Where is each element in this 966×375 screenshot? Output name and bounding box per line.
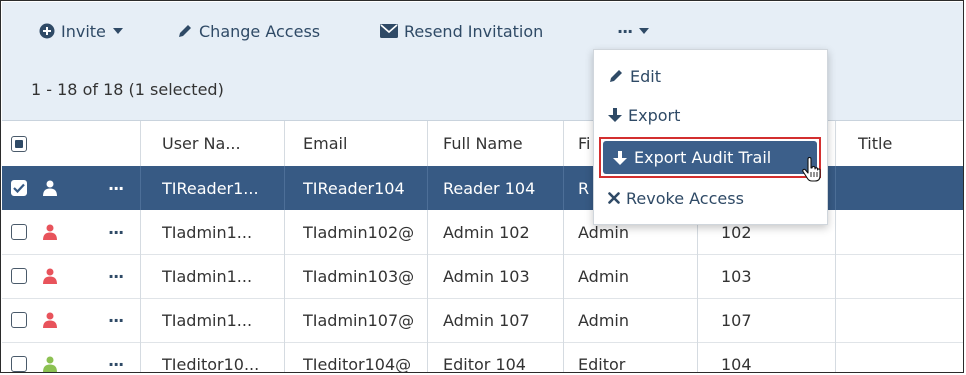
menu-item-export-audit-trail[interactable]: Export Audit Trail	[603, 141, 817, 174]
user-management-panel: Invite Change Access Resend Invitation ·…	[0, 0, 964, 373]
row-checkbox[interactable]	[11, 342, 27, 372]
cell-user-name: TIadmin1...	[162, 310, 253, 330]
menu-item-export-audit-trail-label: Export Audit Trail	[634, 148, 772, 167]
cell-number: 103	[721, 266, 752, 286]
row-checkbox[interactable]	[11, 166, 27, 210]
cell-full-name: Admin 103	[443, 266, 530, 286]
row-menu-icon[interactable]: ···	[108, 298, 123, 342]
row-menu-icon[interactable]: ···	[108, 210, 123, 254]
cell-email: TIadmin107@	[303, 310, 415, 330]
arrow-down-icon	[608, 107, 622, 123]
cell-email: TIeditor104@	[303, 354, 412, 373]
table-row[interactable]: ··· TIadmin1... TIadmin107@ Admin 107 Ad…	[2, 298, 963, 343]
resend-invitation-button[interactable]: Resend Invitation	[380, 2, 543, 60]
column-header-title[interactable]: Title	[858, 121, 892, 166]
user-icon	[43, 342, 57, 372]
change-access-label: Change Access	[199, 21, 321, 41]
select-all-checkbox[interactable]	[11, 121, 27, 166]
menu-item-revoke-access[interactable]: Revoke Access	[594, 179, 827, 217]
row-menu-icon[interactable]: ···	[108, 342, 123, 373]
table-row[interactable]: ··· TIeditor10... TIeditor104@ Editor 10…	[2, 342, 963, 373]
caret-down-icon	[112, 28, 123, 34]
user-icon	[43, 298, 57, 342]
hand-pointer-icon	[801, 156, 823, 187]
cell-user-name: TIadmin1...	[162, 266, 253, 286]
column-header-email[interactable]: Email	[303, 121, 347, 166]
pencil-icon	[608, 68, 624, 84]
menu-item-revoke-access-label: Revoke Access	[626, 188, 744, 208]
cell-user-name: TIadmin1...	[162, 222, 253, 242]
cell-email: TIadmin103@	[303, 266, 415, 286]
cell-full-name: Admin 102	[443, 222, 530, 242]
resend-invitation-label: Resend Invitation	[404, 21, 544, 41]
caret-down-icon	[639, 28, 650, 34]
cell-full-name: Editor 104	[443, 354, 526, 373]
arrow-down-icon	[613, 150, 627, 166]
user-icon	[43, 254, 57, 298]
pencil-icon	[177, 23, 193, 39]
cell-number: 104	[721, 354, 752, 373]
menu-item-export-label: Export	[628, 105, 681, 125]
cell-first-name: Admin	[578, 310, 629, 330]
change-access-button[interactable]: Change Access	[177, 2, 320, 60]
menu-item-export[interactable]: Export	[594, 96, 827, 134]
user-icon	[43, 166, 57, 210]
invite-button[interactable]: Invite	[39, 2, 123, 60]
plus-circle-icon	[39, 23, 55, 39]
cell-user-name: TIeditor10...	[162, 354, 260, 373]
result-count: 1 - 18 of 18 (1 selected)	[31, 80, 224, 99]
cell-full-name: Reader 104	[443, 178, 536, 198]
x-icon	[608, 192, 620, 204]
cell-first-name: Admin	[578, 266, 629, 286]
envelope-icon	[380, 24, 398, 38]
cell-first-name: Editor	[578, 354, 626, 373]
menu-item-edit-label: Edit	[630, 66, 661, 86]
cell-full-name: Admin 107	[443, 310, 530, 330]
cell-email: TIReader104	[303, 178, 405, 198]
cell-number: 107	[721, 310, 752, 330]
row-checkbox[interactable]	[11, 298, 27, 342]
row-menu-icon[interactable]: ···	[108, 254, 123, 298]
cell-email: TIadmin102@	[303, 222, 415, 242]
ellipsis-icon: ···	[617, 21, 633, 41]
cell-user-name: TIReader1...	[162, 178, 259, 198]
row-menu-icon[interactable]: ···	[108, 166, 123, 210]
user-icon	[43, 210, 57, 254]
more-actions-menu: Edit Export Export Audit Trail Revoke Ac…	[593, 49, 828, 225]
invite-label: Invite	[61, 21, 106, 41]
column-header-first-name[interactable]: Fi	[578, 121, 590, 166]
row-checkbox[interactable]	[11, 210, 27, 254]
table-row[interactable]: ··· TIadmin1... TIadmin103@ Admin 103 Ad…	[2, 254, 963, 299]
menu-item-edit[interactable]: Edit	[594, 57, 827, 95]
row-checkbox[interactable]	[11, 254, 27, 298]
column-header-user-name[interactable]: User Na...	[162, 121, 241, 166]
column-header-full-name[interactable]: Full Name	[443, 121, 523, 166]
